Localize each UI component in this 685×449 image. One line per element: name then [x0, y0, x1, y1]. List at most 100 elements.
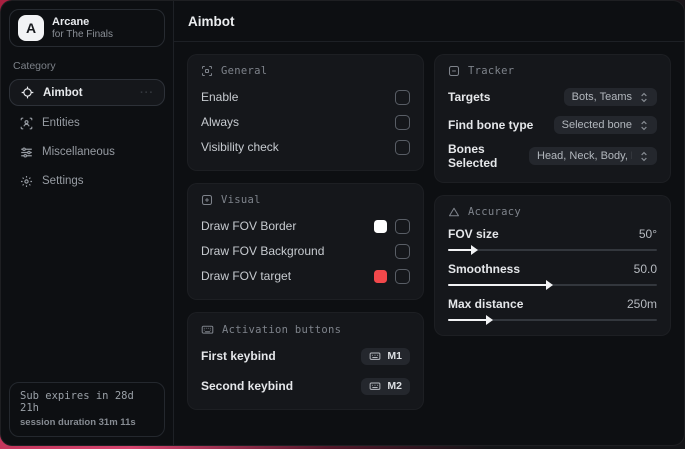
setting-row: First keybind M1	[201, 345, 410, 367]
draw-fov-target-checkbox[interactable]	[395, 268, 410, 284]
main-header: Aimbot	[174, 1, 684, 42]
general-card-header: General	[201, 65, 410, 77]
setting-label: Draw FOV Border	[201, 219, 297, 233]
slider-thumb[interactable]	[546, 280, 554, 290]
sidebar-item-label: Aimbot	[43, 86, 83, 99]
brand-text: Arcane for The Finals	[52, 16, 134, 40]
app-subtitle: for The Finals	[52, 28, 113, 40]
accuracy-card: Accuracy FOV size 50° Smoothness 50.0 Ma…	[434, 195, 671, 336]
max-distance-slider-group: Max distance 250m	[448, 297, 657, 325]
visibility-check-checkbox[interactable]	[395, 139, 410, 155]
card-title: Accuracy	[468, 206, 521, 218]
bones-selected-select[interactable]: Head, Neck, Body, Pe..	[529, 147, 657, 165]
card-title: Tracker	[468, 65, 515, 77]
chevrons-up-down-icon	[641, 120, 647, 130]
card-title: Activation buttons	[222, 323, 342, 336]
setting-label: Find bone type	[448, 118, 534, 132]
keybind-value: M1	[387, 350, 402, 362]
session-duration-text: session duration 31m 11s	[20, 417, 136, 428]
sidebar-item-label: Miscellaneous	[42, 146, 115, 158]
setting-label: Always	[201, 115, 240, 129]
triangle-icon	[448, 207, 460, 217]
main-panel: Aimbot General Enable Always Visibility …	[174, 1, 684, 445]
enable-checkbox[interactable]	[395, 89, 410, 105]
fov-size-slider[interactable]	[448, 245, 657, 255]
sidebar-item-entities[interactable]: Entities	[9, 109, 165, 137]
ellipsis-icon: ···	[140, 86, 154, 99]
targets-select[interactable]: Bots, Teams	[563, 88, 657, 106]
left-column: General Enable Always Visibility check V…	[187, 54, 424, 422]
select-value: Head, Neck, Body, Pe..	[537, 150, 632, 162]
setting-row: Draw FOV Background	[201, 240, 410, 262]
setting-row: Enable	[201, 86, 410, 108]
setting-row: Targets Bots, Teams	[448, 86, 657, 108]
second-keybind-button[interactable]: M2	[361, 377, 410, 395]
gear-icon[interactable]	[142, 21, 156, 35]
setting-row: Always	[201, 111, 410, 133]
setting-label: Visibility check	[201, 140, 279, 154]
tracker-card: Tracker Targets Bots, Teams Find bone ty…	[434, 54, 671, 183]
sidebar: A Arcane for The Finals Category Aimbot …	[1, 1, 174, 445]
chevrons-up-down-icon	[641, 151, 647, 161]
max-distance-slider[interactable]	[448, 315, 657, 325]
setting-row: Second keybind M2	[201, 375, 410, 397]
activation-card: Activation buttons First keybind M1 Seco…	[187, 312, 424, 410]
slider-value: 50°	[638, 227, 657, 241]
sidebar-item-label: Entities	[42, 117, 80, 129]
page-title: Aimbot	[188, 13, 235, 29]
sub-expiry-text: Sub expires in 28d 21h	[20, 390, 134, 414]
draw-fov-background-checkbox[interactable]	[395, 243, 410, 259]
keyboard-icon	[370, 352, 381, 360]
find-bone-type-select[interactable]: Selected bone	[553, 116, 657, 134]
keybind-value: M2	[387, 380, 402, 392]
setting-row: Bones Selected Head, Neck, Body, Pe..	[448, 142, 657, 170]
color-swatch[interactable]	[374, 219, 387, 233]
setting-row: Visibility check	[201, 136, 410, 158]
setting-label: Enable	[201, 90, 239, 104]
setting-label: Draw FOV target	[201, 269, 292, 283]
sidebar-item-settings[interactable]: Settings	[9, 167, 165, 195]
minus-box-icon	[448, 65, 460, 77]
sidebar-item-aimbot[interactable]: Aimbot ···	[9, 79, 165, 106]
sidebar-item-miscellaneous[interactable]: Miscellaneous	[9, 138, 165, 166]
slider-thumb[interactable]	[485, 315, 493, 325]
color-swatch[interactable]	[374, 269, 387, 283]
setting-row: Draw FOV target	[201, 265, 410, 287]
setting-label: First keybind	[201, 349, 276, 363]
slider-label: Max distance	[448, 297, 524, 311]
fov-size-slider-group: FOV size 50°	[448, 227, 657, 255]
plus-box-icon	[201, 194, 213, 206]
activation-card-header: Activation buttons	[201, 323, 410, 336]
draw-fov-border-checkbox[interactable]	[395, 218, 410, 234]
keyboard-icon	[201, 325, 214, 334]
slider-label: Smoothness	[448, 262, 521, 276]
sidebar-item-label: Settings	[42, 175, 84, 187]
gear-icon	[19, 174, 33, 188]
smoothness-slider[interactable]	[448, 280, 657, 290]
first-keybind-button[interactable]: M1	[361, 347, 410, 365]
setting-label: Bones Selected	[448, 142, 498, 170]
always-checkbox[interactable]	[395, 114, 410, 130]
visual-card-header: Visual	[201, 194, 410, 206]
visual-card: Visual Draw FOV Border Draw FOV Backgrou…	[187, 183, 424, 300]
card-title: General	[221, 65, 268, 77]
sliders-icon	[19, 145, 33, 159]
brand-card: A Arcane for The Finals	[9, 9, 165, 47]
category-label: Category	[13, 60, 56, 72]
setting-label: Targets	[448, 90, 491, 104]
setting-row: Find bone type Selected bone	[448, 114, 657, 136]
slider-thumb[interactable]	[471, 245, 479, 255]
smoothness-slider-group: Smoothness 50.0	[448, 262, 657, 290]
right-column: Tracker Targets Bots, Teams Find bone ty…	[434, 54, 671, 348]
general-card: General Enable Always Visibility check	[187, 54, 424, 171]
setting-label: Second keybind	[201, 379, 294, 393]
setting-row: Draw FOV Border	[201, 215, 410, 237]
slider-label: FOV size	[448, 227, 499, 241]
card-title: Visual	[221, 194, 261, 206]
content: General Enable Always Visibility check V…	[174, 42, 684, 434]
subscription-info: Sub expires in 28d 21h session duration …	[9, 382, 165, 437]
entities-icon	[19, 116, 33, 130]
accuracy-card-header: Accuracy	[448, 206, 657, 218]
setting-label: Draw FOV Background	[201, 244, 325, 258]
chevrons-up-down-icon	[641, 92, 647, 102]
